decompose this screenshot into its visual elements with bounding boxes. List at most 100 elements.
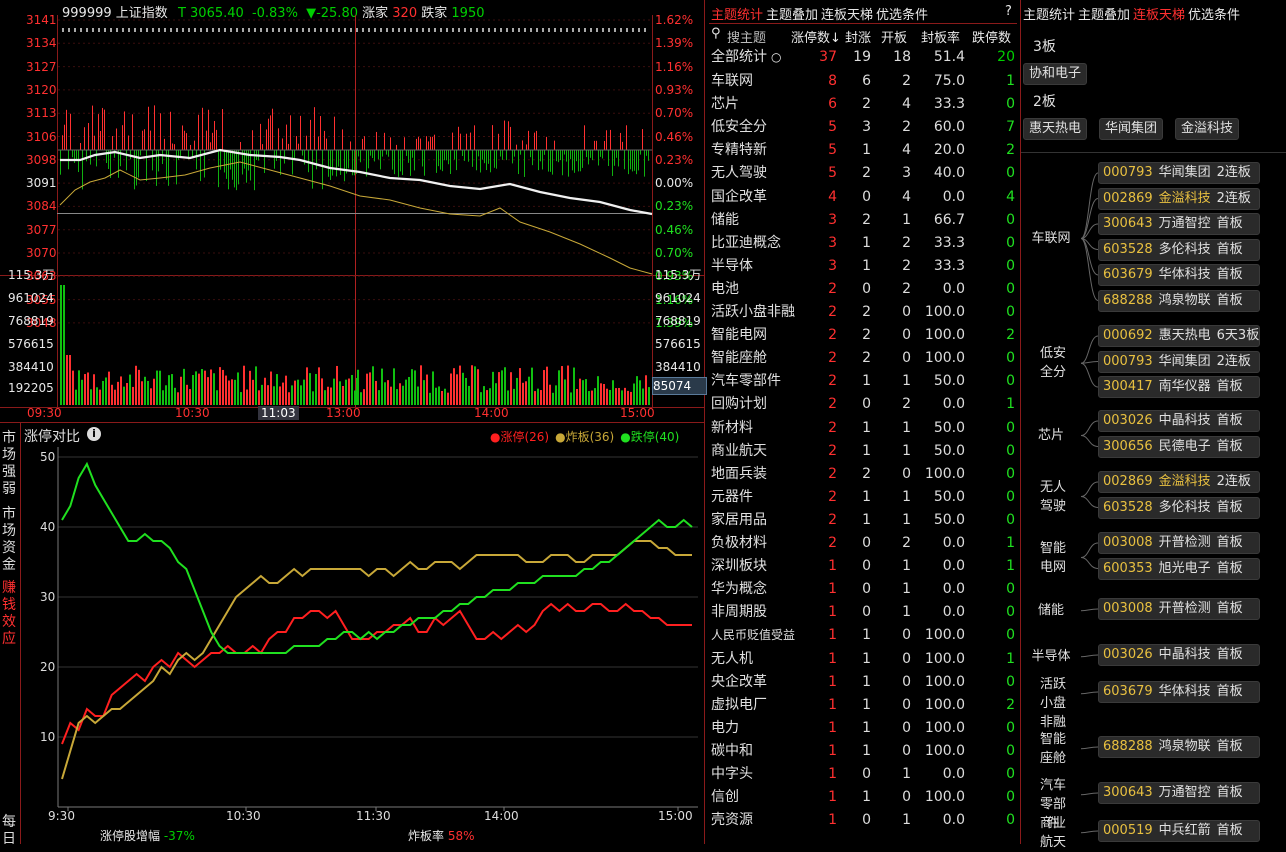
ladder-stock-row[interactable]: 002869 金溢科技 2连板 — [1098, 187, 1260, 210]
stock-code: 003026 — [1103, 647, 1153, 662]
table-row[interactable]: 比亚迪概念 3 1 2 33.3 0 — [709, 232, 1017, 255]
ladder-stock-row[interactable]: 300643 万通智控 首板 — [1098, 782, 1260, 804]
stock-name: 多伦科技 — [1158, 499, 1211, 515]
table-row[interactable]: 车联网 8 6 2 75.0 1 — [709, 70, 1017, 93]
cell-4: 60.0 — [933, 119, 965, 136]
table-row[interactable]: 智能电网 2 2 0 100.0 2 — [709, 324, 1017, 347]
tab-topic-stats[interactable]: 主题统计 — [711, 4, 763, 23]
cell-2: 0 — [862, 812, 871, 829]
ladder-stock-row[interactable]: 000793 华闻集团 2连板 — [1098, 162, 1260, 184]
ladder-stock-row[interactable]: 000519 中兵红箭 首板 — [1098, 820, 1260, 842]
ladder-stock-row[interactable]: 300643 万通智控 首板 — [1098, 213, 1260, 235]
table-row[interactable]: 碳中和 1 1 0 100.0 0 — [709, 740, 1017, 763]
table-row[interactable]: 低安全分 5 3 2 60.0 7 — [709, 116, 1017, 139]
ladder-stock-row[interactable]: 300656 民德电子 首板 — [1098, 435, 1260, 458]
ladder-stock-row[interactable]: 603679 华体科技 首板 — [1098, 681, 1260, 703]
table-row[interactable]: 智能座舱 2 2 0 100.0 0 — [709, 347, 1017, 370]
col-open[interactable]: 开板 — [881, 27, 907, 46]
table-row[interactable]: 家居用品 2 1 1 50.0 0 — [709, 509, 1017, 532]
col-up-count[interactable]: 涨停数↓ — [791, 27, 841, 46]
help-icon[interactable]: ? — [1005, 4, 1012, 19]
table-row[interactable]: 深圳板块 1 0 1 0.0 1 — [709, 555, 1017, 578]
table-row[interactable]: 活跃小盘非融 2 2 0 100.0 0 — [709, 301, 1017, 324]
cell-2: 2 — [862, 165, 871, 182]
table-row[interactable]: 芯片 6 2 4 33.3 0 — [709, 93, 1017, 116]
table-row[interactable]: 虚拟电厂 1 1 0 100.0 2 — [709, 694, 1017, 717]
cell-1: 1 — [828, 581, 837, 598]
table-row[interactable]: 专精特新 5 1 4 20.0 2 — [709, 139, 1017, 162]
cell-0: 低安全分 — [711, 119, 767, 136]
ladder-stock-row[interactable]: 603528 多伦科技 首板 — [1098, 238, 1260, 261]
table-row[interactable]: 国企改革 4 0 4 0.0 4 — [709, 186, 1017, 209]
y-tick: 30 — [40, 590, 55, 604]
table-row[interactable]: 无人机 1 1 0 100.0 1 — [709, 648, 1017, 671]
cell-1: 5 — [828, 119, 837, 136]
table-row[interactable]: 中字头 1 0 1 0.0 0 — [709, 763, 1017, 786]
cell-2: 1 — [862, 373, 871, 390]
intraday-chart-panel[interactable]: 999999 上证指数 T 3065.40 -0.83% ▼-25.80 涨家 … — [0, 0, 707, 844]
table-row[interactable]: 人民币贬值受益 1 1 0 100.0 0 — [709, 624, 1017, 647]
ladder-stock-row[interactable]: 003008 开普检测 首板 — [1098, 598, 1260, 620]
table-row[interactable]: 元器件 2 1 1 50.0 0 — [709, 486, 1017, 509]
cell-4: 50.0 — [933, 442, 965, 459]
table-row[interactable]: 电力 1 1 0 100.0 0 — [709, 717, 1017, 740]
total-down: 20 — [997, 49, 1015, 65]
cell-0: 汽车零部件 — [711, 373, 781, 390]
ladder-stock-row[interactable]: 003026 中晶科技 首板 — [1098, 410, 1260, 432]
ladder-stock-row[interactable]: 002869 金溢科技 2连板 — [1098, 471, 1260, 493]
cell-0: 电池 — [711, 280, 739, 297]
table-row[interactable]: 央企改革 1 1 0 100.0 0 — [709, 671, 1017, 694]
cell-2: 2 — [862, 465, 871, 482]
ladder-group-label: 芯片 — [1037, 428, 1064, 443]
table-row[interactable]: 负极材料 2 0 2 0.0 1 — [709, 532, 1017, 555]
ladder-stock-row[interactable]: 688288 鸿泉物联 首板 — [1098, 736, 1260, 758]
cell-4: 100.0 — [924, 696, 965, 713]
table-row[interactable]: 储能 3 2 1 66.7 0 — [709, 209, 1017, 232]
cell-2: 1 — [862, 419, 871, 436]
cell-4: 50.0 — [933, 419, 965, 436]
tab-limit-ladder[interactable]: 连板天梯 — [821, 4, 873, 23]
table-row[interactable]: 地面兵装 2 2 0 100.0 0 — [709, 463, 1017, 486]
ladder-stock-row[interactable]: 000793 华闻集团 2连板 — [1098, 350, 1260, 373]
col-seal-rate[interactable]: 封板率 — [921, 27, 960, 46]
cell-0: 深圳板块 — [711, 558, 767, 575]
tab-topic-overlay[interactable]: 主题叠加 — [766, 4, 818, 23]
cell-1: 1 — [828, 789, 837, 806]
table-row-total[interactable]: 全部统计 ○ 37 19 18 51.4 20 — [709, 46, 1017, 69]
table-row[interactable]: 回购计划 2 0 2 0.0 1 — [709, 393, 1017, 416]
cell-4: 66.7 — [933, 211, 965, 228]
table-row[interactable]: 壳资源 1 0 1 0.0 0 — [709, 809, 1017, 832]
table-row[interactable]: 信创 1 1 0 100.0 0 — [709, 786, 1017, 809]
search-icon[interactable]: ⚲ — [711, 26, 721, 41]
ladder-stock-row[interactable]: 600353 旭光电子 首板 — [1098, 557, 1260, 580]
table-row[interactable]: 商业航天 2 1 1 50.0 0 — [709, 440, 1017, 463]
table-row[interactable]: 无人驾驶 5 2 3 40.0 0 — [709, 162, 1017, 185]
ladder-stock-row[interactable]: 603679 华体科技 首板 — [1098, 264, 1260, 286]
table-row[interactable]: 汽车零部件 2 1 1 50.0 0 — [709, 370, 1017, 393]
cell-3: 3 — [902, 165, 911, 182]
table-row[interactable]: 华为概念 1 0 1 0.0 0 — [709, 578, 1017, 601]
table-row[interactable]: 电池 2 0 2 0.0 0 — [709, 278, 1017, 301]
cell-2: 1 — [862, 789, 871, 806]
ladder-stock-row[interactable]: 003008 开普检测 首板 — [1098, 532, 1260, 554]
compare-chart: 50 40 30 20 10 9:30 10:30 11:30 14:00 15:00 — [40, 447, 698, 823]
table-row[interactable]: 非周期股 1 0 1 0.0 0 — [709, 601, 1017, 624]
cell-1: 3 — [828, 257, 837, 274]
cell-3: 1 — [902, 511, 911, 528]
ladder-stock-row[interactable]: 300417 南华仪器 首板 — [1098, 376, 1260, 398]
refresh-icon[interactable]: ○ — [771, 46, 781, 69]
col-seal[interactable]: 封涨 — [845, 27, 871, 46]
table-row[interactable]: 半导体 3 1 2 33.3 0 — [709, 255, 1017, 278]
ladder-stock-row[interactable]: 603528 多伦科技 首板 — [1098, 496, 1260, 519]
ladder-stock-row[interactable]: 003026 中晶科技 首板 — [1098, 644, 1260, 666]
cell-1: 2 — [828, 465, 837, 482]
ladder-stock-row[interactable]: 000692 惠天热电 6天3板 — [1098, 325, 1260, 347]
ladder-stock-row[interactable]: 688288 鸿泉物联 首板 — [1098, 289, 1260, 312]
cell-3: 2 — [902, 119, 911, 136]
tab-filter[interactable]: 优选条件 — [876, 4, 928, 23]
search-topic-input[interactable]: 搜主题 — [727, 27, 766, 46]
table-row[interactable]: 新材料 2 1 1 50.0 0 — [709, 417, 1017, 440]
x-tick: 11:30 — [356, 809, 391, 823]
col-down-count[interactable]: 跌停数 — [972, 27, 1011, 46]
cell-1: 1 — [828, 766, 837, 782]
